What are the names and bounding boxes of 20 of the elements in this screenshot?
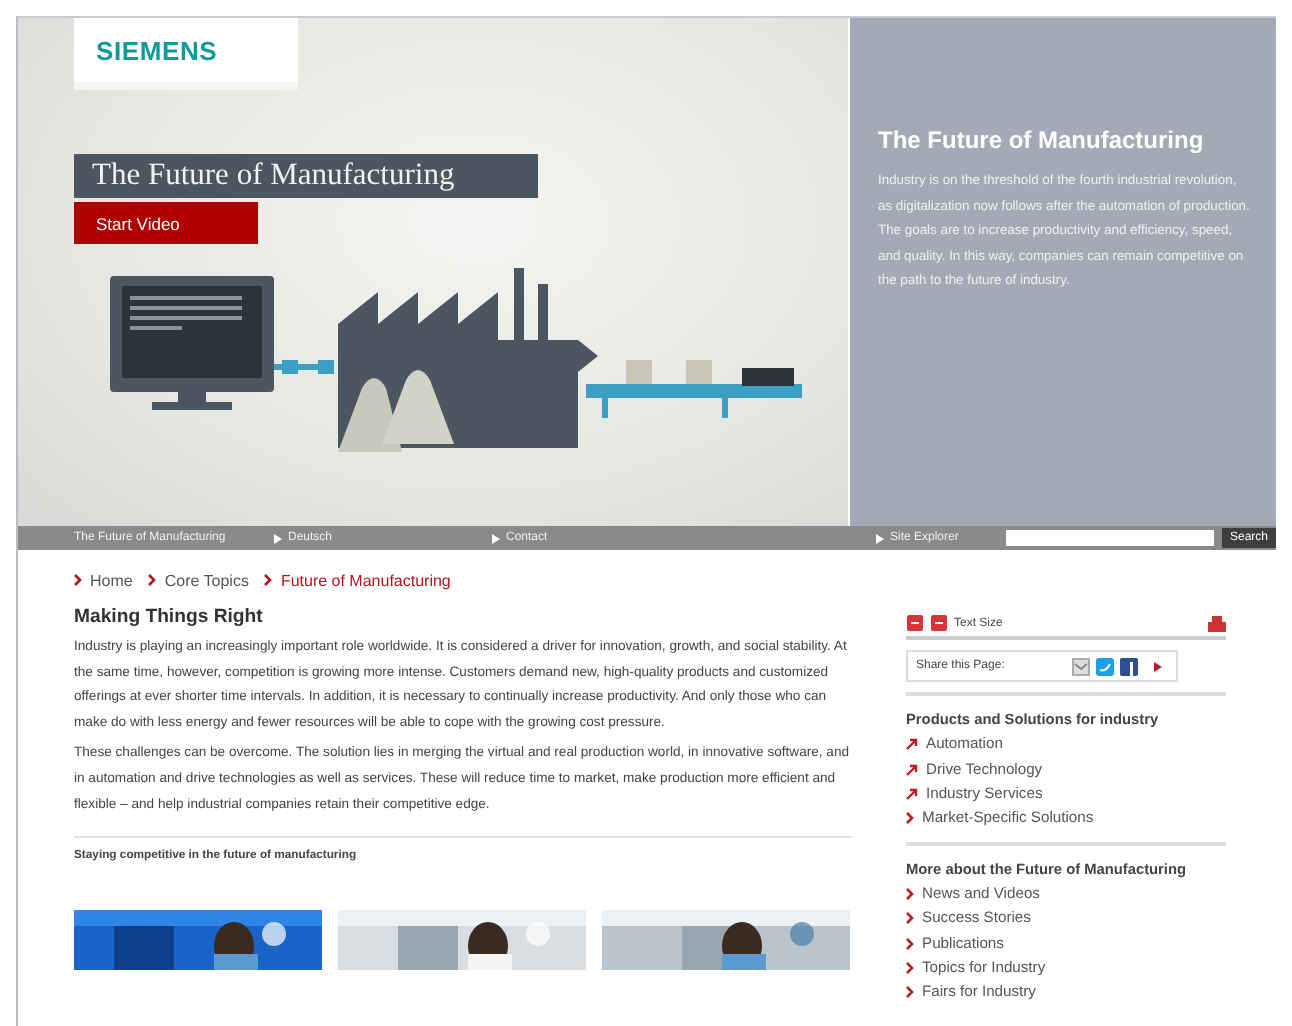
increase-text-icon[interactable] bbox=[930, 614, 948, 632]
breadcrumb-link[interactable]: Home bbox=[90, 571, 133, 589]
start-video-button[interactable]: Start Video bbox=[74, 202, 258, 244]
arrow-icon bbox=[906, 763, 918, 776]
chevron-icon bbox=[264, 574, 273, 586]
print-icon[interactable] bbox=[1208, 615, 1226, 631]
arrow-icon bbox=[906, 738, 918, 751]
intro-title: The Future of Manufacturing bbox=[878, 126, 1206, 154]
hero-title: The Future of Manufacturing bbox=[74, 154, 538, 198]
breadcrumb-link[interactable]: Future of Manufacturing bbox=[280, 571, 451, 589]
breadcrumb-link[interactable]: Core Topics bbox=[164, 571, 249, 589]
play-icon[interactable] bbox=[1152, 659, 1164, 673]
arrow-icon bbox=[906, 787, 918, 800]
email-icon[interactable] bbox=[1072, 657, 1090, 675]
decrease-text-icon[interactable] bbox=[906, 614, 924, 632]
search-field[interactable] bbox=[1005, 530, 1214, 546]
article-title: Making Things Right bbox=[74, 606, 265, 628]
chevron-icon bbox=[148, 574, 157, 586]
chevron-icon bbox=[74, 574, 82, 586]
chevron-icon bbox=[906, 812, 914, 825]
